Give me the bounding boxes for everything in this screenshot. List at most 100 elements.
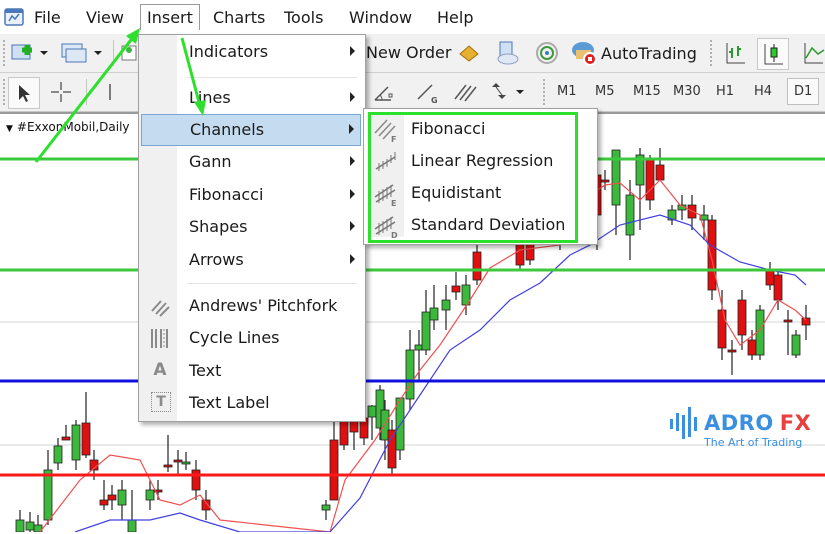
menu-item-gann[interactable]: Gann [141,147,361,177]
candle-body [321,504,331,511]
candle-body [600,179,610,183]
candle-body [525,242,535,261]
candle-body [421,311,431,351]
svg-text:F: F [391,135,396,143]
candle-body [783,319,793,323]
menu-item-lines[interactable]: Lines [141,83,361,113]
chart-title: #ExxonMobil,Daily [16,120,130,134]
candle-body [329,439,339,501]
svg-text:E: E [391,199,396,207]
candle-body [173,459,183,463]
candle-body [441,299,451,311]
candle-body [645,159,655,201]
submenu-item-fibonacci-channel[interactable]: F Fibonacci [371,115,571,145]
candle-body [707,219,717,291]
logo-brand-adro: ADRO [704,411,774,435]
adrofx-logo: ADRO FX The Art of Trading [668,405,811,449]
candle-body [117,489,127,506]
menu-item-arrows[interactable]: Arrows [141,245,361,275]
candle-body [145,489,155,501]
menu-item-channels[interactable]: Channels [141,114,361,146]
menu-item-label: Shapes [189,217,248,236]
logo-brand: ADRO FX [704,411,811,435]
price-chart[interactable] [0,0,825,532]
insert-menu: Indicators Lines Channels Gann Fibonacci… [138,34,366,422]
adrofx-bars-icon [670,407,697,439]
submenu-arrow-icon [350,221,355,231]
channels-submenu: F Fibonacci Linear Regression E Equidist… [363,108,598,245]
candle-body [727,349,737,353]
menu-item-andrews-pitchfork[interactable]: Andrews' Pitchfork [141,291,361,321]
menu-item-label: Andrews' Pitchfork [189,296,338,315]
candle-body [717,309,727,349]
candle-body [765,269,775,286]
menu-item-label: Text Label [189,393,270,412]
menu-item-text[interactable]: A Text [141,356,361,386]
pitchfork-icon [151,300,170,317]
menu-item-text-label[interactable]: T Text Label [141,388,361,418]
candle-body [429,307,439,321]
submenu-arrow-icon [350,254,355,264]
menu-item-label: Arrows [189,250,244,269]
menu-item-label: Gann [189,152,232,171]
candle-body [773,274,783,301]
candle-body [181,461,191,465]
menu-item-label: Lines [189,88,231,107]
submenu-item-label: Standard Deviation [411,215,566,234]
candle-body [15,519,25,532]
candle-body [472,251,482,281]
collapse-triangle-icon[interactable]: ▼ [6,124,13,134]
submenu-arrow-icon [350,92,355,102]
candle-body [737,299,747,336]
candle-body [71,424,81,461]
candle-body [25,521,35,531]
candle-body [81,422,91,456]
menu-item-cycle-lines[interactable]: Cycle Lines [141,323,361,353]
linear-regression-icon [375,152,396,171]
submenu-arrow-icon [349,124,354,134]
text-icon: A [153,360,167,380]
menu-item-label: Fibonacci [189,185,264,204]
candle-body [747,339,757,356]
cycle-lines-icon [151,329,168,348]
chart-symbol-label[interactable]: ▼ #ExxonMobil,Daily [6,120,130,134]
equidistant-channel-icon: E [374,184,396,207]
menu-item-label: Channels [190,120,265,139]
candle-body [387,429,397,469]
standard-deviation-channel-icon: D [374,216,398,239]
menu-item-shapes[interactable]: Shapes [141,212,361,242]
menu-item-label: Text [189,361,222,380]
submenu-arrow-icon [350,46,355,56]
candle-body [625,194,635,236]
svg-text:D: D [391,231,398,239]
candle-body [367,405,377,418]
submenu-arrow-icon [350,156,355,166]
logo-tagline: The Art of Trading [704,436,803,449]
submenu-item-linear-regression[interactable]: Linear Regression [371,147,571,177]
menu-item-indicators[interactable]: Indicators [141,37,361,67]
candle-body [655,164,665,181]
candle-body [191,469,201,491]
candle-body [201,499,211,511]
candle-body [99,499,109,506]
candle-body [405,349,415,400]
menu-item-fibonacci[interactable]: Fibonacci [141,180,361,210]
submenu-item-label: Equidistant [411,183,502,202]
candle-body [163,464,173,468]
candle-body [61,436,71,441]
menu-item-label: Indicators [189,42,269,61]
fibonacci-channel-icon: F [374,119,396,143]
logo-brand-fx: FX [779,411,812,435]
submenu-item-label: Linear Regression [411,151,554,170]
submenu-item-standard-deviation[interactable]: D Standard Deviation [371,211,571,241]
candle-body [43,469,53,521]
candle-body [127,519,137,532]
candle-body [451,285,461,293]
candle-body [791,334,801,356]
text-label-icon: T [151,392,171,412]
submenu-item-equidistant[interactable]: E Equidistant [371,179,571,209]
candle-body [107,494,117,501]
submenu-item-label: Fibonacci [411,119,486,138]
submenu-arrow-icon [350,189,355,199]
menu-item-label: Cycle Lines [189,328,280,347]
